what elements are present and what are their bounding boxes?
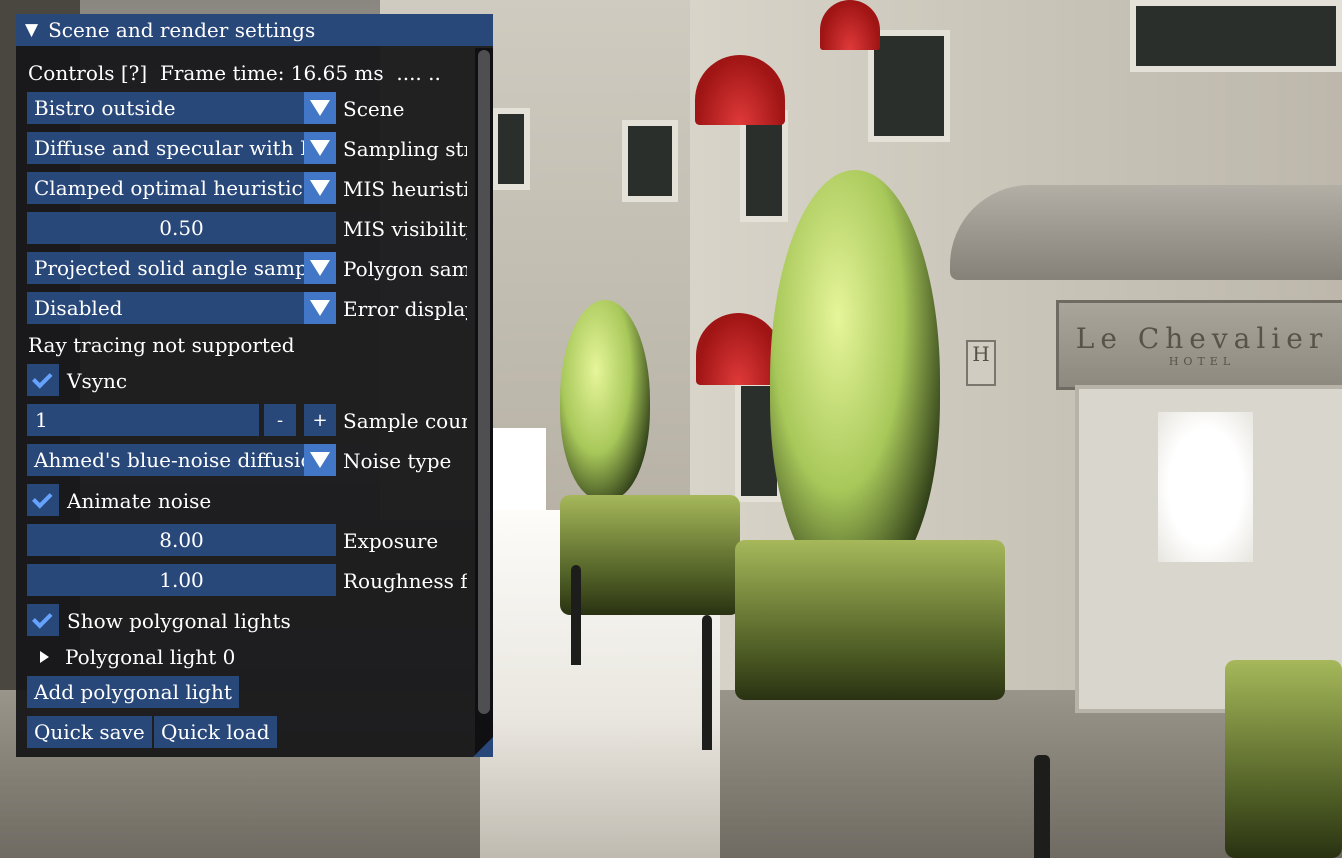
settings-panel: ▼ Scene and render settings Controls [?]… [16,14,493,757]
hedge-foreground [1225,660,1342,858]
polygon-sampling-dropdown-button[interactable] [304,252,336,284]
vsync-checkbox[interactable] [27,364,59,396]
chevron-down-icon [310,100,330,116]
roughness-label: Roughness factor [343,569,467,593]
ray-tracing-status: Ray tracing not supported [28,333,295,357]
bollard [702,615,712,750]
hedge-planter [560,495,740,615]
animate-noise-checkbox[interactable] [27,484,59,516]
controls-help[interactable]: Controls [?] [28,61,147,85]
chevron-down-icon [310,180,330,196]
sample-count-label: Sample count [343,409,467,433]
mis-visibility-slider[interactable]: 0.50 [27,212,336,244]
collapse-arrow-icon[interactable]: ▼ [25,20,38,40]
sampling-strategy-dropdown-button[interactable] [304,132,336,164]
hotel-sign: Le Chevalier HOTEL [1056,300,1342,390]
scene-combo[interactable]: Bistro outside [27,92,336,124]
noise-type-dropdown-button[interactable] [304,444,336,476]
scene-label: Scene [343,97,405,121]
vsync-label[interactable]: Vsync [67,369,127,393]
animate-noise-label[interactable]: Animate noise [67,489,211,513]
roughness-value: 1.00 [159,568,204,592]
building-window [740,110,788,222]
sample-count-value: 1 [35,408,48,432]
building-window [1130,0,1342,72]
scene-value: Bistro outside [34,96,176,120]
error-display-value: Disabled [34,296,123,320]
mis-heuristic-combo[interactable]: Clamped optimal heuristic (c [27,172,336,204]
door-light [1158,412,1253,562]
frame-time: Frame time: 16.65 ms [159,61,384,85]
error-display-combo[interactable]: Disabled [27,292,336,324]
sampling-strategy-label: Sampling strategy [343,137,467,161]
panel-titlebar[interactable]: ▼ Scene and render settings [16,14,493,46]
scene-dropdown-button[interactable] [304,92,336,124]
sampling-strategy-combo[interactable]: Diffuse and specular with MIS [27,132,336,164]
hotel-sign-sub: HOTEL [1168,355,1236,368]
polygonal-light-node-label: Polygonal light 0 [65,645,236,669]
mis-visibility-label: MIS visibility [343,217,467,241]
error-display-label: Error display [343,297,467,321]
exposure-label: Exposure [343,529,439,553]
exposure-value: 8.00 [159,528,204,552]
hedge-planter [735,540,1005,700]
frame-time-graph: .... .. [396,61,441,85]
quick-load-button[interactable]: Quick load [154,716,277,748]
chevron-right-icon [40,651,49,663]
show-polygonal-lights-checkbox[interactable] [27,604,59,636]
add-polygonal-light-button[interactable]: Add polygonal light [27,676,239,708]
large-tree [770,170,940,590]
building-window [492,108,530,190]
mis-heuristic-label: MIS heuristic [343,177,467,201]
info-line: Controls [?] Frame time: 16.65 ms .... .… [28,61,441,85]
small-tree [560,300,650,500]
chevron-down-icon [310,260,330,276]
chevron-down-icon [310,140,330,156]
mis-visibility-value: 0.50 [159,216,204,240]
noise-type-value: Ahmed's blue-noise diffusion [34,448,304,472]
scrollbar-thumb[interactable] [478,50,490,714]
polygonal-light-tree-node[interactable]: Polygonal light 0 [40,645,235,669]
check-mark-icon [32,367,53,389]
roughness-slider[interactable]: 1.00 [27,564,336,596]
bollard [571,565,581,665]
chevron-down-icon [310,452,330,468]
polygon-sampling-combo[interactable]: Projected solid angle sampling [27,252,336,284]
polygon-sampling-value: Projected solid angle sampling [34,256,304,280]
sample-count-increment-button[interactable]: + [304,404,336,436]
hotel-sign-name: Le Chevalier [1075,322,1329,355]
hotel-canopy [950,185,1342,280]
building-window [868,30,950,142]
bollard [1034,755,1050,858]
resize-grip[interactable] [473,737,493,757]
sample-count-decrement-button[interactable]: - [264,404,296,436]
mis-heuristic-value: Clamped optimal heuristic (c [34,176,304,200]
error-display-dropdown-button[interactable] [304,292,336,324]
check-mark-icon [32,607,53,629]
building-window [622,120,678,202]
quick-save-button[interactable]: Quick save [27,716,152,748]
show-polygonal-lights-label[interactable]: Show polygonal lights [67,609,291,633]
sampling-strategy-value: Diffuse and specular with MIS [34,136,304,160]
panel-title: Scene and render settings [48,18,316,42]
chevron-down-icon [310,300,330,316]
mis-heuristic-dropdown-button[interactable] [304,172,336,204]
polygon-sampling-label: Polygon sampling [343,257,467,281]
hotel-plaque: H [966,340,996,386]
noise-type-label: Noise type [343,449,452,473]
noise-type-combo[interactable]: Ahmed's blue-noise diffusion [27,444,336,476]
check-mark-icon [32,487,53,509]
sample-count-input[interactable]: 1 [27,404,259,436]
exposure-slider[interactable]: 8.00 [27,524,336,556]
